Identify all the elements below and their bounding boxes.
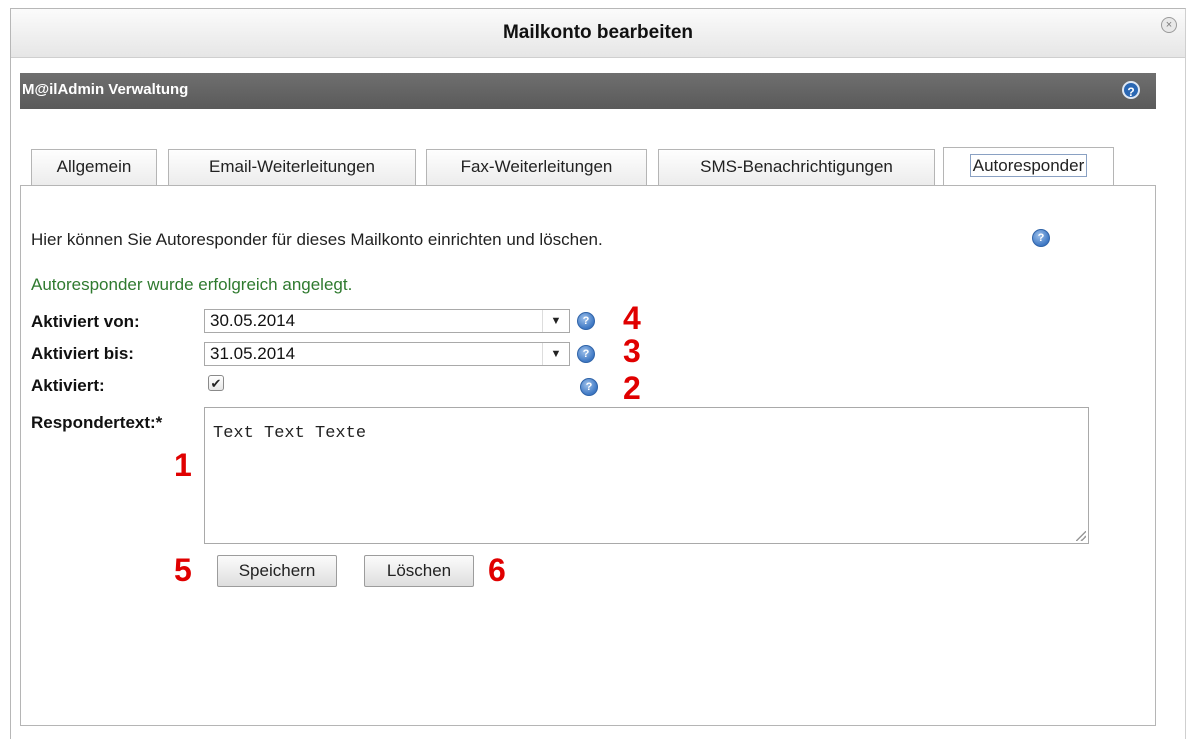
- admin-bar-title: M@ilAdmin Verwaltung: [22, 81, 189, 98]
- tab-email-weiterleitungen[interactable]: Email-Weiterleitungen: [168, 149, 416, 185]
- success-message: Autoresponder wurde erfolgreich angelegt…: [31, 275, 353, 294]
- tab-label: SMS-Benachrichtigungen: [700, 157, 893, 176]
- close-icon[interactable]: ×: [1161, 17, 1177, 33]
- responder-text-label: Respondertext:*: [31, 413, 163, 432]
- to-date-select[interactable]: 31.05.2014 ▼: [204, 342, 570, 366]
- marker-1: 1: [174, 447, 192, 483]
- responder-textarea[interactable]: Text Text Texte: [204, 407, 1089, 544]
- tab-label: Fax-Weiterleitungen: [460, 157, 613, 176]
- marker-4: 4: [623, 300, 641, 336]
- from-label: Aktiviert von:: [31, 312, 140, 331]
- help-icon[interactable]: ?: [580, 378, 598, 396]
- help-icon[interactable]: ?: [577, 345, 595, 363]
- help-icon[interactable]: ?: [577, 312, 595, 330]
- delete-button[interactable]: Löschen: [364, 555, 474, 587]
- resize-handle-icon[interactable]: [1076, 531, 1086, 541]
- chevron-down-icon[interactable]: ▼: [542, 310, 569, 332]
- help-icon[interactable]: ?: [1122, 81, 1140, 99]
- marker-5: 5: [174, 552, 192, 588]
- tab-fax-weiterleitungen[interactable]: Fax-Weiterleitungen: [426, 149, 647, 185]
- tab-allgemein[interactable]: Allgemein: [31, 149, 157, 185]
- dialog-titlebar: Mailkonto bearbeiten ×: [11, 9, 1185, 58]
- to-label: Aktiviert bis:: [31, 344, 134, 363]
- tab-autoresponder[interactable]: Autoresponder: [943, 147, 1114, 185]
- tab-label: Autoresponder: [969, 154, 1088, 177]
- chevron-down-icon[interactable]: ▼: [542, 343, 569, 365]
- responder-text-value: Text Text Texte: [213, 424, 367, 443]
- active-checkbox[interactable]: ✔: [208, 375, 224, 391]
- tab-label: Allgemein: [56, 157, 132, 176]
- help-icon[interactable]: ?: [1032, 229, 1050, 247]
- tab-sms-benachrichtigungen[interactable]: SMS-Benachrichtigungen: [658, 149, 935, 185]
- marker-6: 6: [488, 552, 506, 588]
- from-date-select[interactable]: 30.05.2014 ▼: [204, 309, 570, 333]
- to-date-value: 31.05.2014: [210, 344, 296, 363]
- save-button[interactable]: Speichern: [217, 555, 337, 587]
- tab-label: Email-Weiterleitungen: [209, 157, 375, 176]
- dialog-title: Mailkonto bearbeiten: [502, 22, 694, 43]
- from-date-value: 30.05.2014: [210, 311, 296, 330]
- marker-2: 2: [623, 370, 641, 406]
- admin-bar: M@ilAdmin Verwaltung ?: [20, 73, 1156, 109]
- intro-text: Hier können Sie Autoresponder für dieses…: [31, 230, 603, 249]
- marker-3: 3: [623, 333, 641, 369]
- active-label: Aktiviert:: [31, 376, 105, 395]
